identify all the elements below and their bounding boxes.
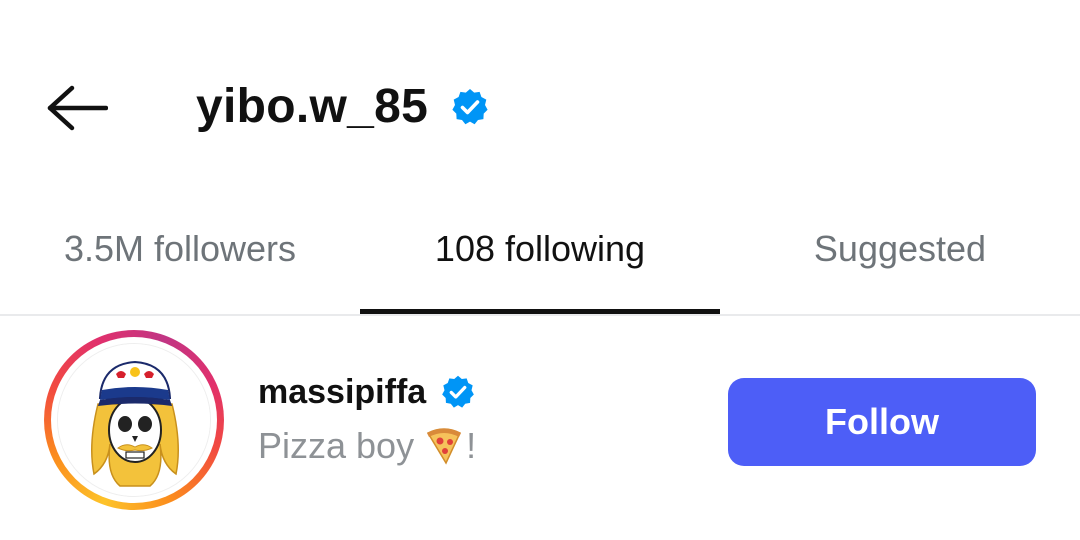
bio-suffix: ! [466,425,477,466]
tab-suggested-label: Suggested [813,228,987,269]
bio-text: Pizza boy [258,425,415,466]
user-info: massipiffa Pizza boy ! [258,368,476,468]
story-ring[interactable] [44,330,224,510]
tab-following[interactable]: 108 following [360,210,720,316]
tabs-divider [0,314,1080,316]
back-button[interactable] [40,78,112,138]
follow-button[interactable]: Follow [728,378,1036,466]
arrow-left-icon [47,85,108,131]
tab-followers-label: 3.5M followers [63,228,297,269]
page-title: yibo.w_85 [196,80,429,133]
avatar [57,343,211,497]
list-item[interactable]: massipiffa Pizza boy ! Follow [0,330,1080,530]
username[interactable]: massipiffa [258,373,426,412]
avatar-illustration [58,344,210,496]
top-bar: yibo.w_85 [0,0,1080,200]
verified-badge-icon [450,87,490,127]
tab-followers[interactable]: 3.5M followers [0,210,360,316]
tab-following-label: 108 following [434,228,646,269]
username-line: massipiffa [258,368,476,416]
bio-line: Pizza boy ! [258,424,476,468]
profile-title-group: yibo.w_85 [196,72,490,142]
following-screen: yibo.w_85 3.5M followers 108 following S… [0,0,1080,540]
follow-tabs: 3.5M followers 108 following Suggested [0,210,1080,316]
pizza-icon [424,427,464,465]
verified-badge-icon [440,374,476,410]
tab-suggested[interactable]: Suggested [720,210,1080,316]
